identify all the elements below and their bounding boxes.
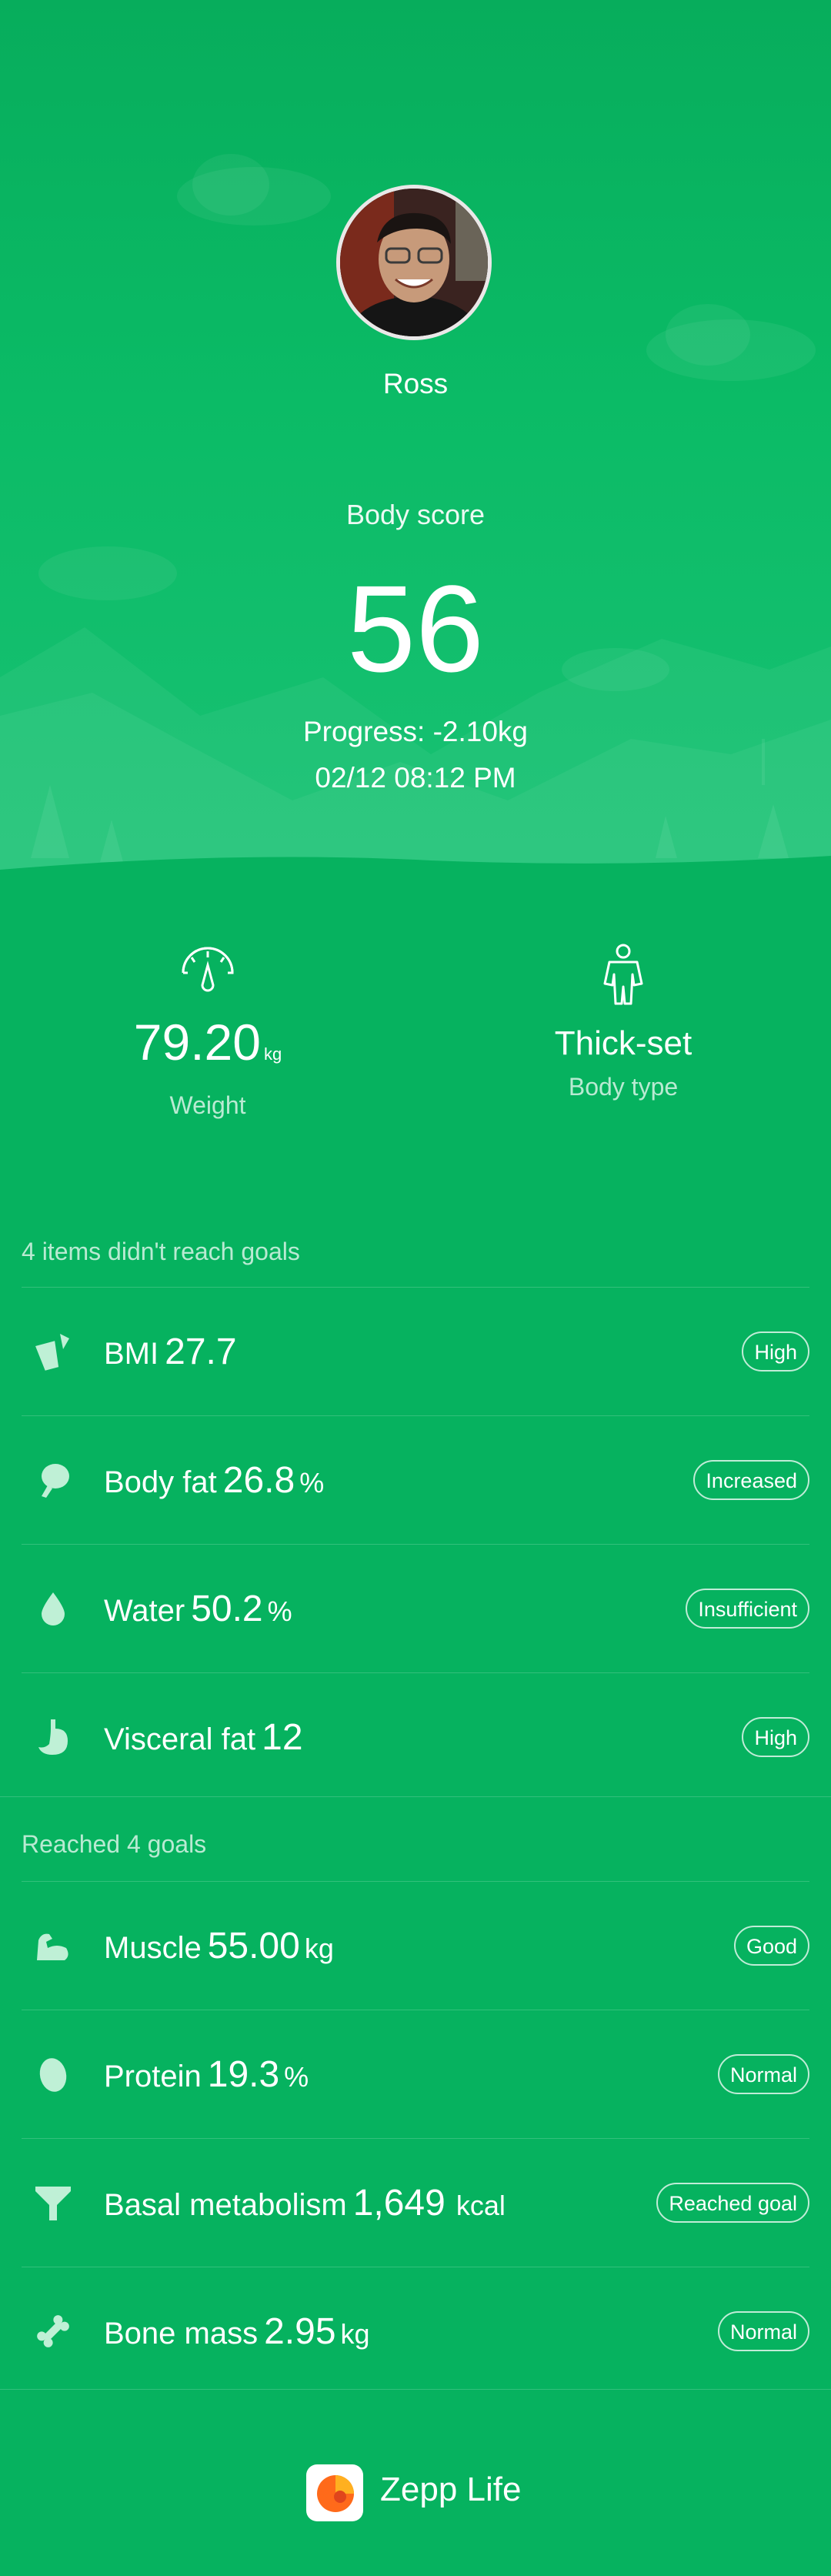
status-badge: Normal: [717, 2054, 809, 2094]
weight-label: Weight: [169, 1091, 246, 1119]
metric-name: Basal metabolism: [104, 2188, 347, 2222]
metric-value: 27.7: [165, 1331, 237, 1372]
body-score-value: 56: [347, 560, 484, 697]
body-type-summary[interactable]: Thick-set Body type: [416, 944, 831, 1101]
metric-value: 26.8: [222, 1460, 295, 1501]
metric-value: 2.95: [264, 2311, 336, 2352]
unmet-goals-title: 4 items didn't reach goals: [22, 1238, 300, 1265]
score-header: Ross Body score 56 Progress: -2.10kg 02/…: [0, 0, 831, 893]
metric-row-water[interactable]: Water 50.2% Insufficient: [0, 1545, 831, 1672]
stomach-icon: [38, 1719, 68, 1755]
metric-row-basal-metabolism[interactable]: Basal metabolism 1,649 kcal Reached goal: [0, 2139, 831, 2267]
status-badge: Increased: [693, 1460, 809, 1500]
metric-row-bmi[interactable]: BMI 27.7 High: [0, 1288, 831, 1415]
person-icon: [603, 944, 643, 1005]
bmi-icon: [35, 1334, 69, 1371]
met-goals-title: Reached 4 goals: [22, 1830, 207, 1858]
metric-name: Water: [104, 1594, 185, 1628]
body-fat-icon: [42, 1464, 69, 1498]
app-branding: Zepp Life: [0, 2461, 831, 2523]
metric-unit: %: [284, 2061, 309, 2093]
metric-row-visceral-fat[interactable]: Visceral fat 12 High: [0, 1673, 831, 1801]
weight-unit: kg: [263, 1044, 282, 1064]
water-drop-icon: [42, 1592, 65, 1625]
body-score-label: Body score: [345, 499, 486, 530]
status-badge: Insufficient: [686, 1589, 809, 1629]
protein-icon: [39, 2058, 67, 2092]
metric-name: Protein: [104, 2060, 202, 2093]
status-badge: Good: [733, 1926, 809, 1966]
funnel-icon: [35, 2187, 71, 2220]
metric-name: Muscle: [104, 1931, 202, 1965]
metric-unit: %: [267, 1595, 292, 1627]
metric-value: 19.3: [207, 2054, 280, 2095]
metric-unit: %: [299, 1467, 325, 1498]
weight-summary[interactable]: 79.20 kg Weight: [0, 947, 416, 1120]
status-badge: High: [742, 1717, 809, 1757]
app-name: Zepp Life: [380, 2471, 522, 2508]
metric-unit: kg: [340, 2318, 370, 2350]
status-badge: Normal: [717, 2311, 809, 2351]
mountain-scenery: [0, 154, 831, 893]
muscle-icon: [37, 1933, 68, 1960]
avatar[interactable]: [336, 185, 492, 340]
metric-row-bone-mass[interactable]: Bone mass 2.95 kg Normal: [0, 2267, 831, 2395]
metric-unit: kg: [304, 1933, 334, 1964]
status-badge: Reached goal: [656, 2183, 809, 2223]
section-divider: [0, 1796, 831, 1797]
metric-value: 1,649: [352, 2183, 446, 2224]
metric-value: 50.2: [191, 1589, 263, 1629]
body-type-value: Thick-set: [554, 1024, 692, 1062]
metric-value: 12: [262, 1717, 303, 1758]
progress-text: Progress: -2.10kg: [302, 716, 529, 747]
section-divider: [0, 2389, 831, 2390]
zepp-life-logo: [306, 2464, 363, 2521]
metric-name: Bone mass: [104, 2317, 259, 2350]
metric-value: 55.00: [207, 1926, 300, 1966]
body-type-label: Body type: [568, 1073, 679, 1101]
measurement-timestamp: 02/12 08:12 PM: [315, 762, 516, 794]
bone-icon: [37, 2315, 69, 2347]
metric-unit: kcal: [456, 2190, 506, 2221]
metric-name: BMI: [104, 1337, 159, 1371]
metric-name: Visceral fat: [104, 1722, 256, 1756]
user-name: Ross: [382, 368, 449, 399]
metric-row-muscle[interactable]: Muscle 55.00 kg Good: [0, 1882, 831, 2010]
weight-value: 79.20: [133, 1014, 261, 1071]
metric-row-protein[interactable]: Protein 19.3% Normal: [0, 2010, 831, 2138]
metric-row-body-fat[interactable]: Body fat 26.8% Increased: [0, 1416, 831, 1544]
metric-name: Body fat: [104, 1465, 217, 1499]
scale-icon: [182, 947, 234, 992]
status-badge: High: [742, 1331, 809, 1372]
